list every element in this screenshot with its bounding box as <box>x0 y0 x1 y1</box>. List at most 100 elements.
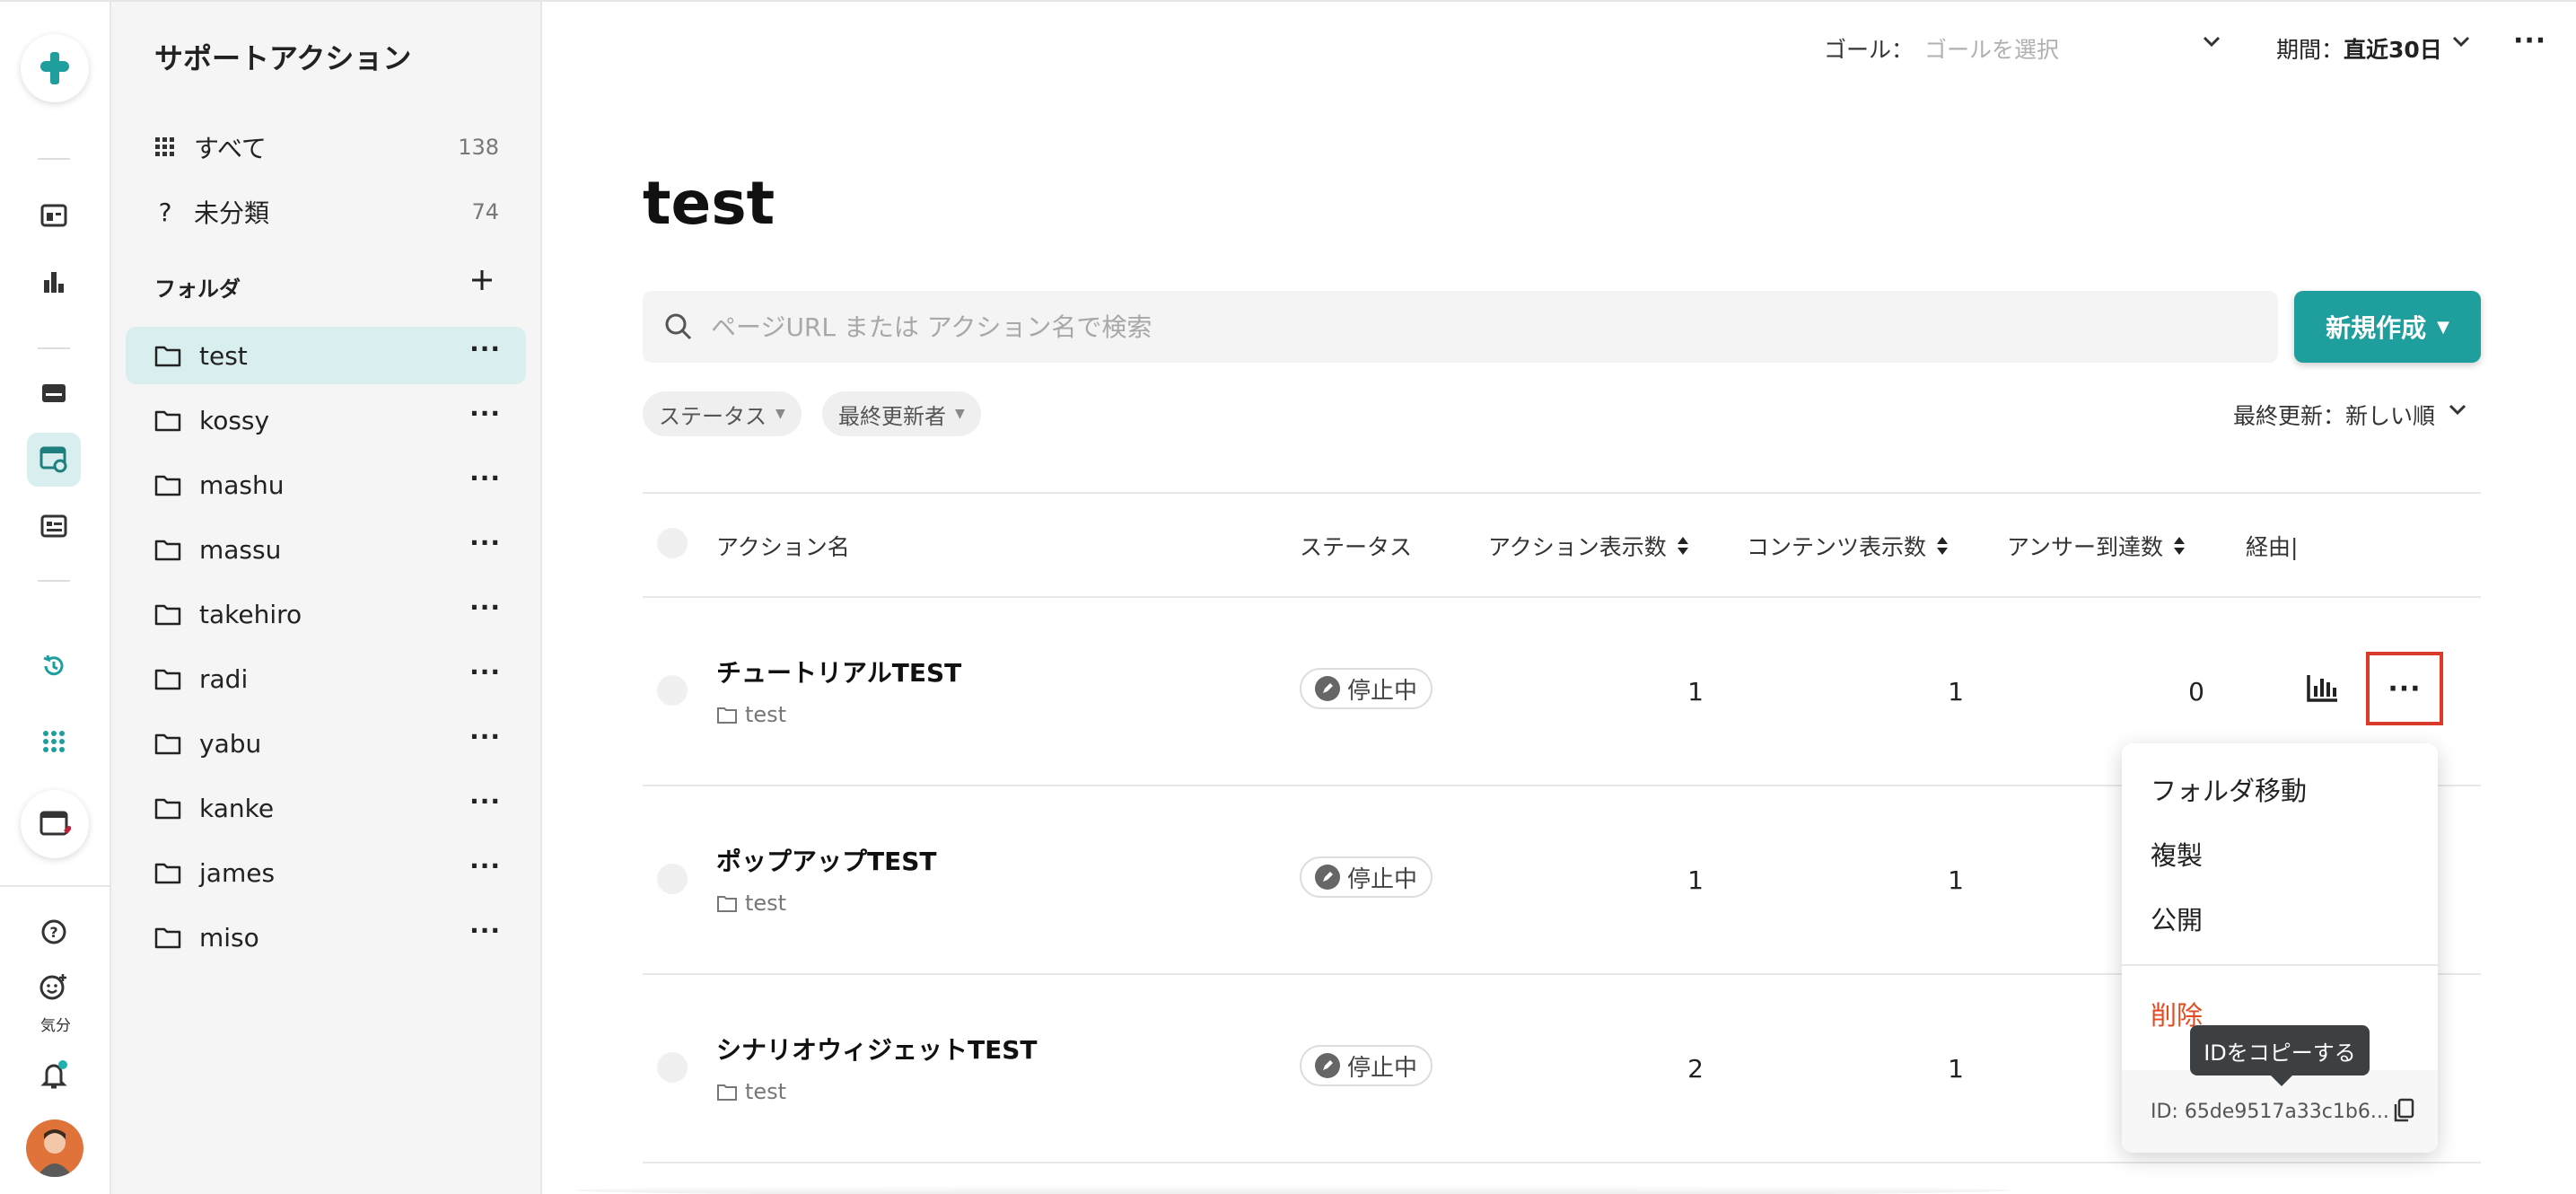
filter-last-updater[interactable]: 最終更新者 ▼ <box>822 391 981 436</box>
content-views-value: 1 <box>1948 865 1964 895</box>
row-more-button[interactable]: ··· <box>2366 652 2443 725</box>
caret-down-icon: ▼ <box>955 407 965 421</box>
rail-analytics-icon[interactable] <box>27 255 81 309</box>
status-text: 停止中 <box>1346 865 1417 893</box>
menu-divider <box>2122 964 2438 966</box>
chevron-down-icon[interactable] <box>2449 29 2474 54</box>
folder-icon <box>154 346 181 367</box>
sort-icon <box>2174 537 2186 555</box>
rail-form-icon[interactable] <box>27 499 81 553</box>
svg-text:?: ? <box>49 924 57 941</box>
search-icon <box>665 313 692 340</box>
column-header-via: 経由| <box>2246 534 2299 560</box>
column-label: コンテンツ表示数 <box>1747 534 1927 560</box>
copy-id-tooltip: IDをコピーする <box>2190 1025 2370 1086</box>
folder-more-button[interactable]: ··· <box>469 851 501 881</box>
chevron-down-icon[interactable] <box>2445 397 2470 422</box>
user-avatar[interactable] <box>26 1119 83 1177</box>
sidebar-folder-kossy[interactable]: kossy ··· <box>126 391 526 449</box>
table-divider <box>643 492 2481 494</box>
more-options-button[interactable]: ··· <box>2513 25 2546 57</box>
sidebar-item-uncategorized[interactable]: ? 未分類 74 <box>126 183 526 241</box>
row-checkbox[interactable] <box>657 1052 688 1083</box>
column-header-action-views[interactable]: アクション表示数 <box>1488 530 1690 562</box>
folder-label: mashu <box>199 470 285 500</box>
mood-label: 気分 <box>40 1017 71 1035</box>
folder-more-button[interactable]: ··· <box>469 722 501 751</box>
sidebar-folder-mashu[interactable]: mashu ··· <box>126 456 526 514</box>
rail-support-action-icon[interactable] <box>27 433 81 487</box>
status-badge: 停止中 <box>1300 856 1433 898</box>
rail-browser-icon[interactable] <box>21 790 89 858</box>
chevron-down-icon[interactable] <box>2199 29 2224 54</box>
search-input[interactable] <box>711 291 2237 363</box>
sidebar-item-label: 未分類 <box>194 198 270 228</box>
status-badge: 停止中 <box>1300 1045 1433 1086</box>
folder-more-button[interactable]: ··· <box>469 334 501 364</box>
folder-icon <box>717 1084 737 1101</box>
sidebar-item-all[interactable]: すべて 138 <box>126 119 526 176</box>
sidebar-folder-miso[interactable]: miso ··· <box>126 909 526 966</box>
sort-select[interactable]: 最終更新：新しい順 <box>2233 399 2435 431</box>
answer-reached-value: 0 <box>2188 677 2204 707</box>
action-name[interactable]: ポップアップTEST <box>716 842 937 878</box>
sidebar-folder-radi[interactable]: radi ··· <box>126 650 526 707</box>
row-checkbox[interactable] <box>657 675 688 706</box>
rail-banner-icon[interactable] <box>27 366 81 420</box>
folder-more-button[interactable]: ··· <box>469 657 501 687</box>
menu-item-duplicate[interactable]: 複製 <box>2151 835 2203 873</box>
folder-label: radi <box>199 663 249 694</box>
select-all-checkbox[interactable] <box>657 528 688 558</box>
action-name[interactable]: チュートリアルTEST <box>716 654 961 689</box>
bottom-shadow <box>574 1185 2011 1194</box>
table-divider <box>643 1162 2481 1163</box>
goal-select[interactable]: ゴールを選択 <box>1924 32 2059 65</box>
add-folder-button[interactable] <box>470 262 494 298</box>
create-new-label: 新規作成 <box>2326 313 2427 343</box>
rail-dashboard-icon[interactable] <box>27 189 81 242</box>
sidebar-folder-massu[interactable]: massu ··· <box>126 521 526 578</box>
sidebar-folder-james[interactable]: james ··· <box>126 844 526 901</box>
menu-item-move-folder[interactable]: フォルダ移動 <box>2151 770 2307 808</box>
rail-divider <box>0 885 111 887</box>
period-select[interactable]: 期間：直近30日 <box>2276 32 2442 65</box>
notification-bell-icon[interactable] <box>27 1049 81 1102</box>
icon-rail: ? 気分 <box>0 2 111 1194</box>
create-new-button[interactable]: 新規作成 ▼ <box>2294 291 2481 363</box>
content-views-value: 1 <box>1948 677 1964 707</box>
folder-more-button[interactable]: ··· <box>469 786 501 816</box>
menu-item-publish[interactable]: 公開 <box>2151 900 2203 937</box>
status-badge: 停止中 <box>1300 668 1433 709</box>
filter-status[interactable]: ステータス ▼ <box>643 391 802 436</box>
row-action-menu: フォルダ移動 複製 公開 削除 ID: 65de9517a33c1b6... <box>2122 743 2438 1153</box>
action-name[interactable]: シナリオウィジェットTEST <box>716 1031 1038 1067</box>
row-checkbox[interactable] <box>657 864 688 894</box>
top-bar: ゴール： ゴールを選択 期間：直近30日 ··· <box>542 2 2576 92</box>
folder-more-button[interactable]: ··· <box>469 593 501 622</box>
sort-icon <box>1677 537 1688 555</box>
sidebar-folder-test[interactable]: test ··· <box>126 327 526 384</box>
folder-icon <box>154 604 181 626</box>
goal-label: ゴール： <box>1824 37 1914 63</box>
mood-icon[interactable] <box>27 964 81 1009</box>
column-header-content-views[interactable]: コンテンツ表示数 <box>1747 530 1950 562</box>
sidebar-folder-yabu[interactable]: yabu ··· <box>126 715 526 772</box>
help-icon[interactable]: ? <box>27 905 81 959</box>
folder-icon <box>154 733 181 755</box>
rail-apps-icon[interactable] <box>27 715 81 768</box>
folder-icon <box>154 540 181 561</box>
stats-chart-icon[interactable] <box>2305 670 2341 706</box>
rail-history-icon[interactable] <box>27 639 81 693</box>
folder-more-button[interactable]: ··· <box>469 463 501 493</box>
folder-icon <box>154 927 181 949</box>
copy-icon[interactable] <box>2391 1097 2416 1124</box>
folder-more-button[interactable]: ··· <box>469 399 501 428</box>
folder-more-button[interactable]: ··· <box>469 528 501 557</box>
app-logo[interactable] <box>21 34 89 102</box>
folder-icon <box>154 669 181 690</box>
folder-label: miso <box>199 922 259 953</box>
column-header-answer-reached[interactable]: アンサー到達数 <box>2007 530 2186 562</box>
folder-more-button[interactable]: ··· <box>469 916 501 945</box>
sidebar-folder-takehiro[interactable]: takehiro ··· <box>126 585 526 643</box>
sidebar-folder-kanke[interactable]: kanke ··· <box>126 779 526 837</box>
